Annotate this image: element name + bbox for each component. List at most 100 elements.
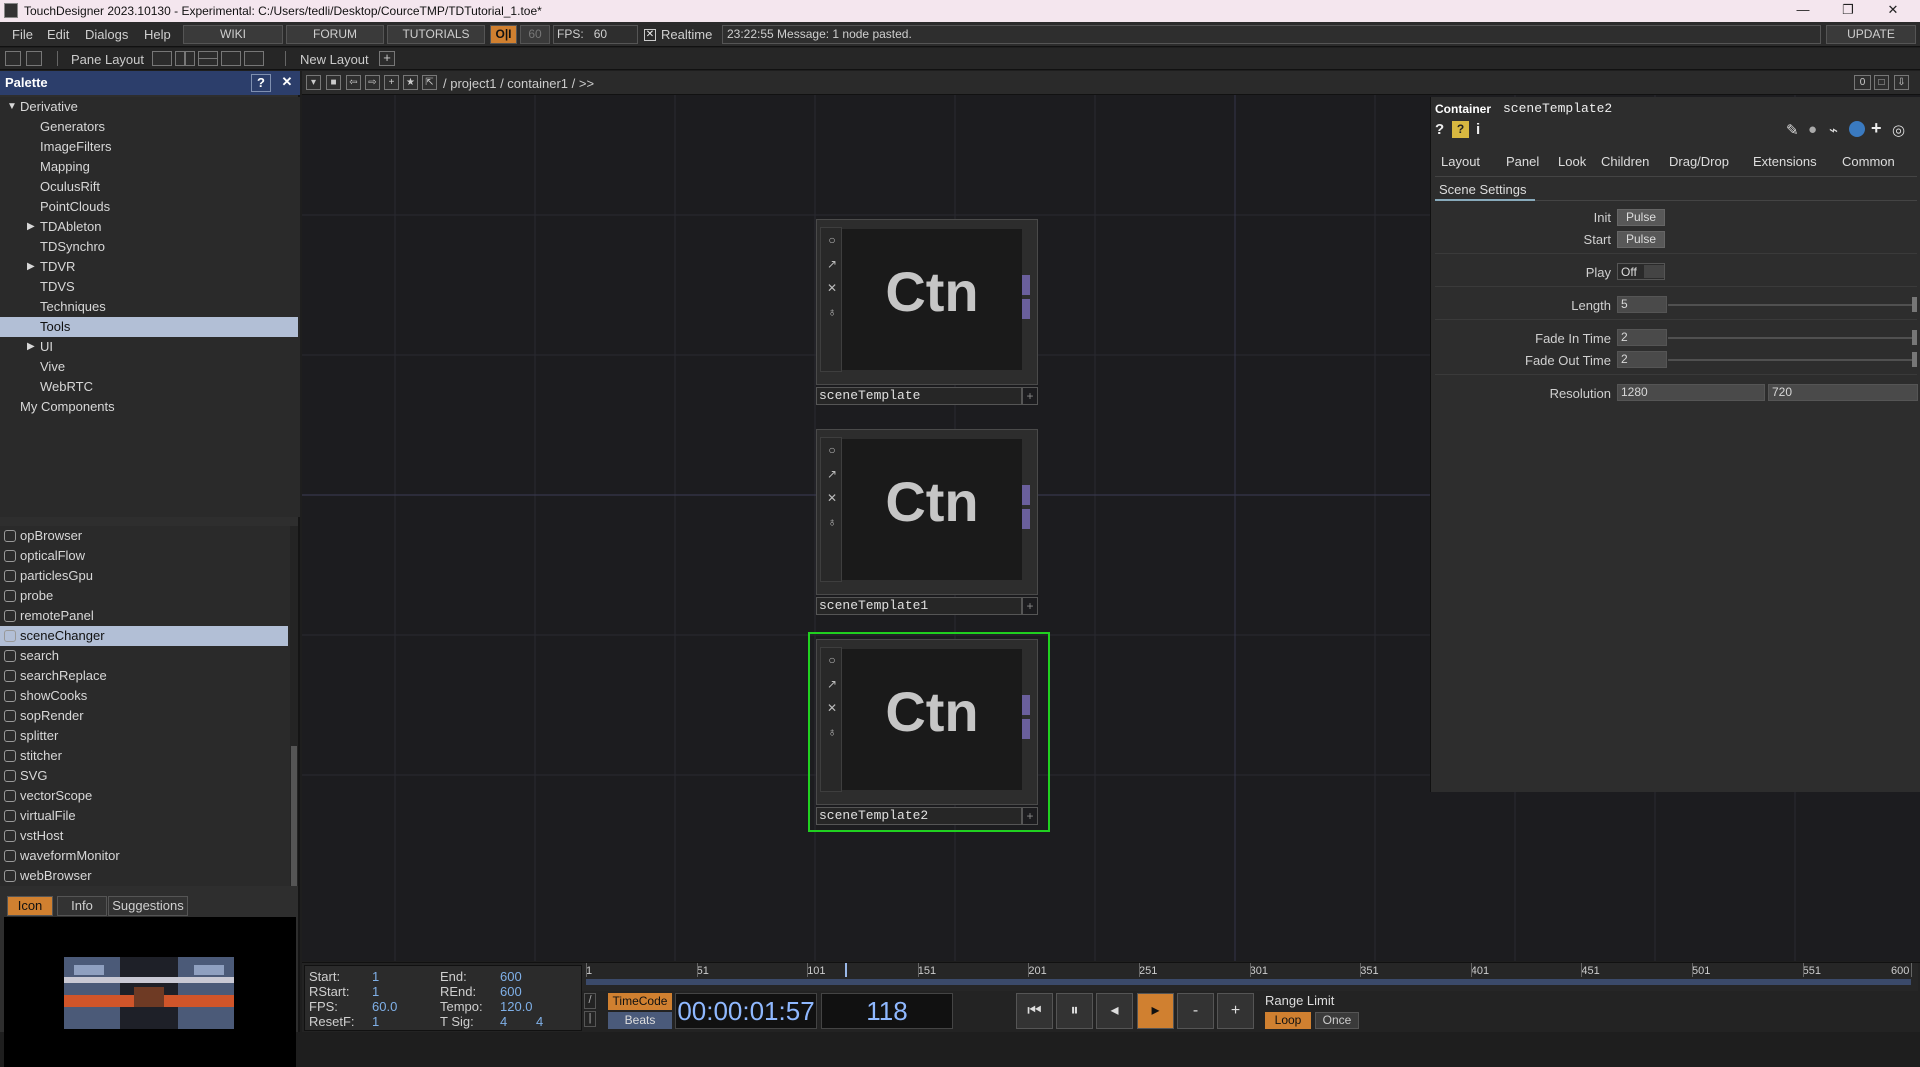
tree-item[interactable]: TDSynchro — [0, 237, 298, 257]
fade-in-slider[interactable] — [1668, 337, 1914, 339]
step-plus-button[interactable]: + — [1217, 993, 1254, 1029]
python-help-icon[interactable]: ? — [1452, 121, 1469, 138]
tree-item[interactable]: Generators — [0, 117, 298, 137]
tab-suggestions[interactable]: Suggestions — [108, 896, 188, 916]
tab-icon[interactable]: Icon — [7, 896, 53, 916]
tempo-value[interactable]: 120.0 — [500, 999, 533, 1014]
script-icon[interactable]: ⌁ — [1829, 121, 1838, 139]
collapse-arrow-icon[interactable]: ▶ — [27, 257, 35, 277]
tree-item[interactable]: OculusRift — [0, 177, 298, 197]
layout-quad-icon[interactable] — [244, 51, 264, 66]
node-bypass-icon[interactable]: ✕ — [826, 492, 838, 504]
length-slider[interactable] — [1668, 304, 1914, 306]
tab-info[interactable]: Info — [57, 896, 107, 916]
close-window-button[interactable]: ✕ — [1878, 2, 1908, 18]
anchor-icon[interactable] — [26, 51, 42, 66]
node-output-connector[interactable] — [1022, 299, 1030, 319]
node-expand-icon[interactable]: + — [1022, 807, 1038, 825]
expand-arrow-icon[interactable]: ▼ — [7, 97, 17, 117]
length-field[interactable]: 5 — [1617, 296, 1667, 313]
op-name[interactable]: sceneTemplate2 — [1503, 101, 1612, 116]
init-pulse-button[interactable]: Pulse — [1617, 209, 1665, 226]
tsig-value-1[interactable]: 4 — [500, 1014, 507, 1029]
node-viewer-icon[interactable]: ○ — [826, 234, 838, 246]
node-output-connector[interactable] — [1022, 509, 1030, 529]
tree-item[interactable]: TDVS — [0, 277, 298, 297]
op-list-item[interactable]: splitter — [0, 726, 288, 746]
tree-item[interactable]: Vive — [0, 357, 298, 377]
frame-display[interactable]: 118 — [821, 993, 953, 1029]
node-name[interactable]: sceneTemplate — [816, 387, 1022, 405]
tree-item[interactable]: ▶ TDAbleton — [0, 217, 298, 237]
tree-item[interactable]: ImageFilters — [0, 137, 298, 157]
node-name[interactable]: sceneTemplate1 — [816, 597, 1022, 615]
timecode-slash-icon[interactable]: / — [584, 993, 596, 1009]
edit-icon[interactable]: ✎ — [1786, 121, 1799, 139]
fps-value[interactable]: 60.0 — [372, 999, 397, 1014]
layout-hsplit-icon[interactable] — [198, 51, 218, 66]
download-icon[interactable]: ⇩ — [1894, 75, 1909, 90]
timecode-display[interactable]: 00:00:01:57 — [675, 993, 817, 1029]
node-expand-icon[interactable]: + — [1022, 387, 1038, 405]
once-button[interactable]: Once — [1315, 1012, 1359, 1029]
op-list-item[interactable]: particlesGpu — [0, 566, 288, 586]
node-output-connector[interactable] — [1022, 485, 1030, 505]
op-list-item[interactable]: vectorScope — [0, 786, 288, 806]
node-lock-icon[interactable]: ♁ — [826, 516, 838, 528]
maximize-pane-icon[interactable]: □ — [1874, 75, 1889, 90]
realtime-checkbox[interactable]: ✕ — [644, 29, 656, 41]
timecode-button[interactable]: TimeCode — [608, 993, 672, 1010]
play-toggle[interactable]: Off — [1617, 263, 1665, 280]
length-slider-handle[interactable] — [1912, 297, 1917, 312]
tab-look[interactable]: Look — [1558, 154, 1586, 169]
menu-edit[interactable]: Edit — [47, 27, 69, 42]
back-icon[interactable]: ⇦ — [346, 75, 361, 90]
beats-bar-icon[interactable]: | — [584, 1011, 596, 1027]
op-list-item[interactable]: virtualFile — [0, 806, 288, 826]
op-list-scrollbar[interactable] — [290, 526, 298, 886]
op-list-item[interactable]: remotePanel — [0, 606, 288, 626]
comment-icon[interactable]: ● — [1808, 121, 1817, 138]
parent-icon[interactable]: ⇱ — [422, 75, 437, 90]
menu-dialogs[interactable]: Dialogs — [85, 27, 128, 42]
playhead[interactable] — [844, 963, 847, 977]
op-list-item[interactable]: opBrowser — [0, 526, 288, 546]
tree-item[interactable]: ▼ Derivative — [0, 97, 298, 117]
tab-dragdrop[interactable]: Drag/Drop — [1669, 154, 1729, 169]
forward-icon[interactable]: ⇨ — [365, 75, 380, 90]
node-viewer-icon[interactable]: ○ — [826, 444, 838, 456]
fade-out-slider[interactable] — [1668, 359, 1914, 361]
palette-close-button[interactable]: ✕ — [278, 74, 296, 92]
node-scenetemplate[interactable]: ○ ↗ ✕ ♁ Ctn sceneTemplate + — [808, 219, 1038, 405]
palette-help-button[interactable]: ? — [251, 74, 271, 92]
op-list-item[interactable]: sopRender — [0, 706, 288, 726]
menu-dropdown-icon[interactable]: ▾ — [306, 75, 321, 90]
maximize-button[interactable]: ❐ — [1833, 2, 1863, 18]
tree-item[interactable]: ▶ TDVR — [0, 257, 298, 277]
collapse-arrow-icon[interactable]: ▶ — [27, 337, 35, 357]
tree-item[interactable]: Tools — [0, 317, 298, 337]
op-list-item[interactable]: search — [0, 646, 288, 666]
tsig-value-2[interactable]: 4 — [536, 1014, 543, 1029]
tree-item[interactable]: My Components — [0, 397, 298, 417]
tree-item[interactable]: ▶ UI — [0, 337, 298, 357]
node-scenetemplate1[interactable]: ○ ↗ ✕ ♁ Ctn sceneTemplate1 + — [808, 429, 1038, 615]
menu-file[interactable]: File — [12, 27, 33, 42]
update-button[interactable]: UPDATE — [1826, 25, 1916, 44]
node-bypass-icon[interactable]: ✕ — [826, 702, 838, 714]
node-lock-icon[interactable]: ♁ — [826, 306, 838, 318]
node-display-icon[interactable]: ↗ — [826, 258, 838, 270]
fade-in-slider-handle[interactable] — [1912, 330, 1917, 345]
fade-out-field[interactable]: 2 — [1617, 351, 1667, 368]
step-minus-button[interactable]: - — [1177, 993, 1214, 1029]
rstart-value[interactable]: 1 — [372, 984, 379, 999]
end-value[interactable]: 600 — [500, 969, 522, 984]
help-icon[interactable]: ? — [1435, 121, 1444, 138]
resetf-value[interactable]: 1 — [372, 1014, 379, 1029]
tree-item[interactable]: WebRTC — [0, 377, 298, 397]
node-output-connector[interactable] — [1022, 719, 1030, 739]
node-bypass-icon[interactable]: ✕ — [826, 282, 838, 294]
add-layout-icon[interactable]: + — [379, 51, 395, 66]
star-icon[interactable]: ★ — [403, 75, 418, 90]
fade-in-field[interactable]: 2 — [1617, 329, 1667, 346]
